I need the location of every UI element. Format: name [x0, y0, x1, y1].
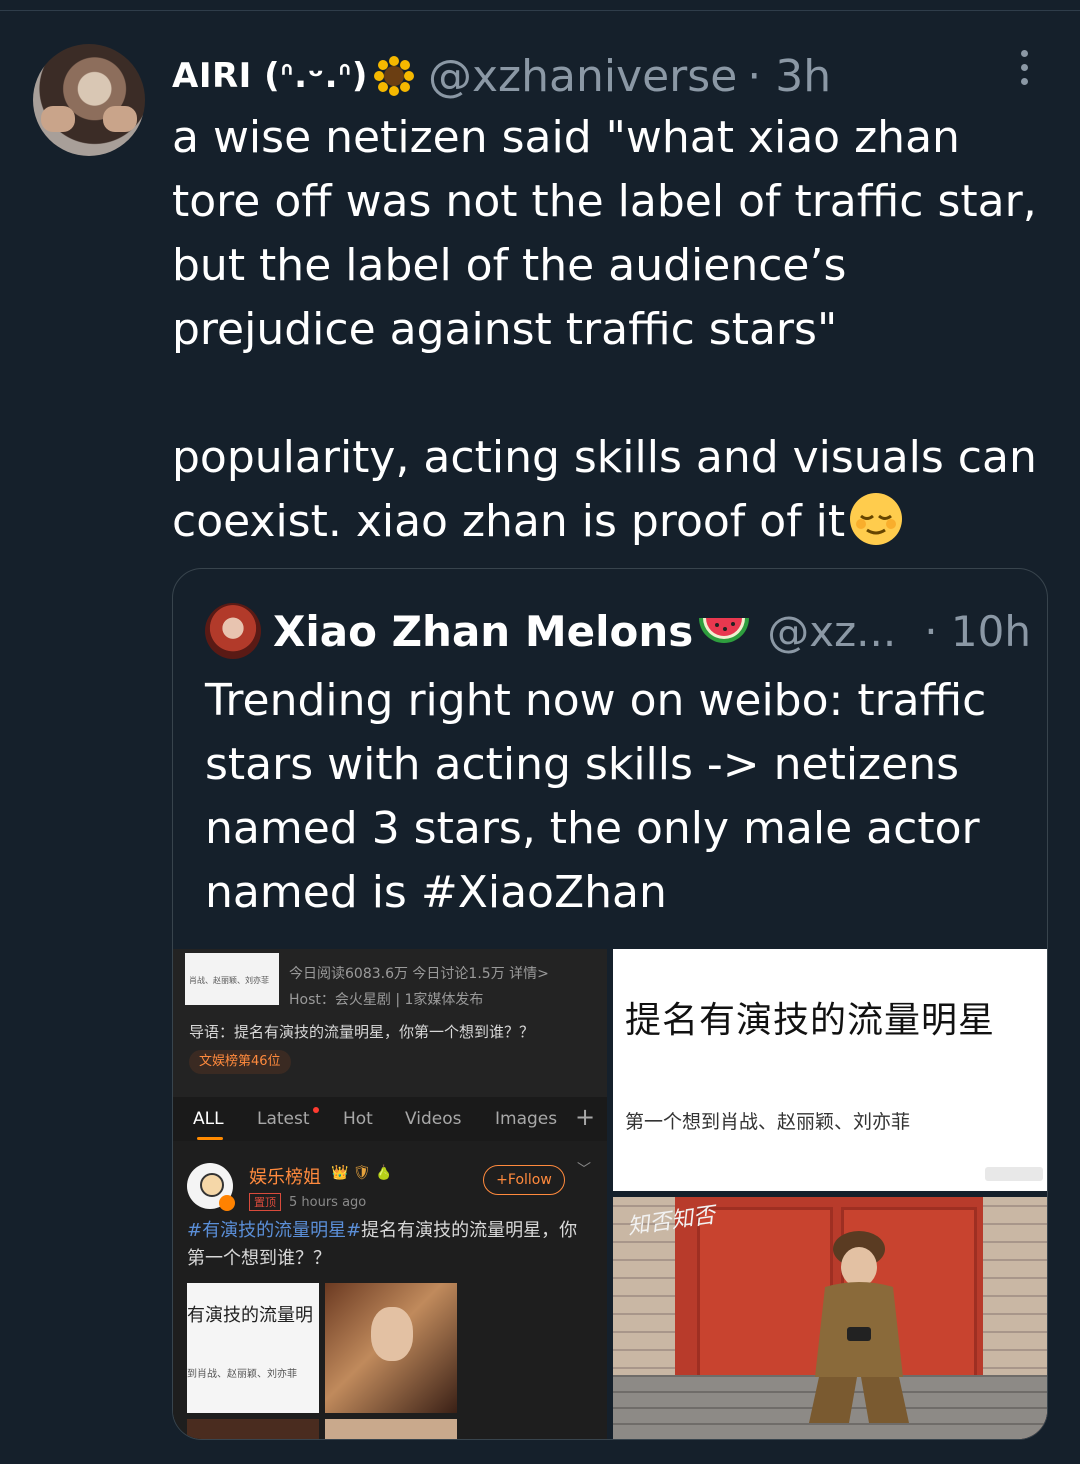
- weibo-stats: 今日阅读6083.6万 今日讨论1.5万 详情>: [289, 966, 549, 982]
- weibo-post-content: #有演技的流量明星#提名有演技的流量明星，你第一个想到谁？？: [187, 1217, 587, 1273]
- weibo-topic-thumb: 肖战、赵丽颖、刘亦菲: [185, 953, 279, 1005]
- quoted-time[interactable]: · 10h: [924, 607, 1031, 656]
- weibo-post-image-portrait: [325, 1283, 457, 1413]
- weibo-thumb-text: 肖战、赵丽颖、刘亦菲: [189, 976, 269, 985]
- card-subtitle: 第一个想到肖战、赵丽颖、刘亦菲: [625, 1111, 911, 1133]
- author-name[interactable]: AIRI (ᐢ.ᵕ.ᐢ): [172, 56, 368, 96]
- weibo-post-user: 娱乐榜姐: [249, 1167, 321, 1188]
- weibo-post-image-text: 有演技的流量明 到肖战、赵丽颖、刘亦菲: [187, 1283, 319, 1413]
- weibo-pinned-badge: 置顶: [249, 1193, 281, 1211]
- weibo-plus-icon: +: [575, 1103, 596, 1131]
- weibo-watermark: [985, 1167, 1043, 1181]
- more-options-icon[interactable]: [1014, 50, 1034, 90]
- quoted-author-name[interactable]: Xiao Zhan Melons: [273, 607, 693, 656]
- quoted-body: Trending right now on weibo: traffic sta…: [205, 675, 987, 918]
- weibo-rank-badge: 文娱榜第46位: [189, 1050, 291, 1074]
- top-divider: [0, 10, 1080, 11]
- card-title: 提名有演技的流量明星: [625, 1000, 996, 1041]
- weibo-follow-button: +Follow: [483, 1165, 565, 1195]
- weibo-pic-title: 有演技的流量明: [187, 1305, 313, 1326]
- weibo-post-avatar: [187, 1163, 235, 1211]
- weibo-tab-hot: Hot: [343, 1109, 373, 1129]
- weibo-guide: 导语：提名有演技的流量明星，你第一个想到谁？？: [189, 1023, 535, 1041]
- weibo-tab-all: ALL: [193, 1109, 224, 1129]
- weibo-tabs: ALL Latest Hot Videos Images +: [173, 1097, 607, 1141]
- weibo-tab-underline: [197, 1137, 223, 1140]
- weibo-host: Host：会火星剧 | 1家媒体发布: [289, 992, 484, 1008]
- author-avatar[interactable]: [33, 44, 145, 156]
- author-handle[interactable]: @xzhaniverse: [428, 51, 737, 102]
- quoted-tweet[interactable]: Xiao Zhan Melons @xz... · 10h Trending r…: [172, 568, 1048, 1440]
- weibo-pic-sub: 到肖战、赵丽颖、刘亦菲: [187, 1369, 297, 1380]
- photo-seated-man: [809, 1231, 909, 1423]
- weibo-post-hashtag: #有演技的流量明星#: [187, 1220, 362, 1241]
- quoted-handle[interactable]: @xz...: [767, 607, 896, 656]
- quoted-avatar[interactable]: [205, 603, 261, 659]
- weibo-tab-latest: Latest: [257, 1109, 310, 1129]
- avatar-hand-left: [41, 106, 75, 132]
- quoted-header: Xiao Zhan Melons @xz... · 10h: [205, 599, 1031, 663]
- tweet-header: AIRI (ᐢ.ᵕ.ᐢ) @xzhaniverse · 3h: [172, 46, 831, 106]
- weibo-post: 娱乐榜姐 👑 🛡 🍐 +Follow ﹀ 置顶 5 hours ago #有演技的…: [173, 1149, 607, 1439]
- weibo-post-image-4: [325, 1419, 457, 1439]
- tweet-body-text: a wise netizen said "what xiao zhan tore…: [172, 112, 1037, 547]
- weibo-post-image-3: [187, 1419, 319, 1439]
- relieved-face-emoji: [850, 493, 903, 545]
- weibo-badge-icons: 👑 🛡 🍐: [331, 1165, 393, 1181]
- media-photo[interactable]: 知否知否: [613, 1197, 1047, 1439]
- weibo-tab-images: Images: [495, 1109, 558, 1129]
- tweet-time[interactable]: · 3h: [747, 51, 831, 102]
- avatar-hand-right: [103, 106, 137, 132]
- watermelon-icon: [699, 618, 750, 643]
- weibo-post-time: 5 hours ago: [289, 1195, 367, 1210]
- weibo-topic-header: 肖战、赵丽颖、刘亦菲 今日阅读6083.6万 今日讨论1.5万 详情> Host…: [173, 949, 607, 1099]
- weibo-new-dot: [313, 1107, 319, 1113]
- weibo-post-meta: 置顶 5 hours ago: [249, 1193, 366, 1211]
- weibo-tab-videos: Videos: [405, 1109, 462, 1129]
- tweet-body: a wise netizen said "what xiao zhan tore…: [172, 106, 1062, 554]
- media-text-card[interactable]: 提名有演技的流量明星 第一个想到肖战、赵丽颖、刘亦菲: [613, 949, 1047, 1191]
- media-weibo-screenshot[interactable]: 肖战、赵丽颖、刘亦菲 今日阅读6083.6万 今日讨论1.5万 详情> Host…: [173, 949, 607, 1439]
- weibo-chevron-down-icon: ﹀: [577, 1162, 591, 1178]
- sunflower-icon: [373, 56, 414, 96]
